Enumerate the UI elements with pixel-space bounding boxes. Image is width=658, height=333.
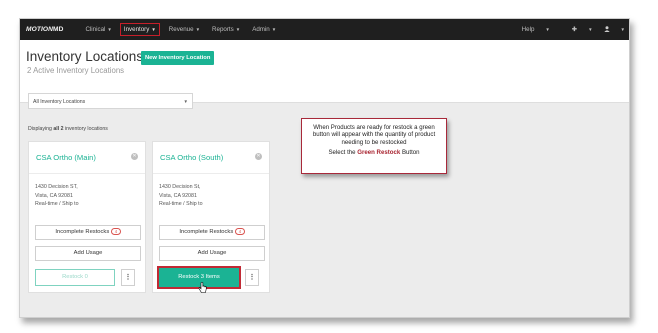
- page-subtitle: 2 Active Inventory Locations: [27, 66, 125, 75]
- location-mode: Real-time / Ship to: [159, 201, 203, 208]
- location-card: CSA Ortho (Main) ✕ 1430 Decision ST, Vis…: [28, 141, 146, 293]
- instruction-callout: When Products are ready for restock a gr…: [301, 118, 447, 174]
- nav-inventory-label: Inventory: [123, 26, 150, 33]
- close-icon[interactable]: ✕: [255, 153, 262, 160]
- new-inventory-location-button[interactable]: New Inventory Location: [141, 51, 215, 65]
- displaying-all: all 2: [53, 126, 64, 132]
- caret-down-icon: ▼: [195, 26, 201, 32]
- top-navbar: MOTIONMD Clinical ▼ Inventory ▼ Revenue ▼ R…: [20, 19, 629, 40]
- location-address: 1430 Decision ST, Vista, CA 92081 Real-t…: [35, 183, 79, 209]
- nav-revenue[interactable]: Revenue ▼: [169, 26, 200, 33]
- displaying-count: Displaying all 2 inventory locations: [28, 126, 108, 132]
- close-icon[interactable]: ✕: [131, 153, 138, 160]
- nav-reports-label: Reports: [212, 26, 234, 33]
- address-line-2: Vista, CA 92081: [35, 192, 73, 199]
- plus-icon: ✚: [571, 26, 578, 33]
- nav-reports[interactable]: Reports ▼: [212, 26, 240, 33]
- caret-down-icon: ▼: [151, 26, 156, 32]
- nav-revenue-label: Revenue: [168, 26, 194, 33]
- card-divider: [29, 173, 145, 174]
- nav-user-menu[interactable]: ▼: [603, 26, 625, 33]
- caret-down-icon: ▼: [183, 99, 188, 104]
- caret-down-icon: ▼: [588, 26, 593, 32]
- nav-help[interactable]: Help ▼: [511, 26, 550, 33]
- card-divider: [153, 173, 269, 174]
- address-line-1: 1430 Decision St,: [159, 184, 201, 190]
- callout-suffix: Button: [400, 149, 420, 157]
- more-options-icon[interactable]: ⋮: [121, 269, 135, 286]
- callout-prefix: Select the: [328, 149, 358, 157]
- nav-admin-label: Admin: [252, 26, 270, 33]
- incomplete-restocks-label: Incomplete Restocks: [55, 229, 110, 235]
- nav-help-label: Help: [521, 26, 535, 33]
- brand-logo[interactable]: MOTIONMD: [26, 26, 63, 33]
- nav-admin[interactable]: Admin ▼: [252, 26, 276, 33]
- address-line-1: 1430 Decision ST,: [35, 184, 78, 190]
- incomplete-restocks-button[interactable]: Incomplete Restocks 4: [159, 225, 265, 240]
- callout-highlight: Green Restock: [357, 149, 401, 157]
- callout-text: When Products are ready for restock a gr…: [312, 124, 436, 146]
- app-window: MOTIONMD Clinical ▼ Inventory ▼ Revenue ▼ R…: [19, 18, 630, 318]
- caret-down-icon: ▼: [271, 26, 277, 32]
- location-title[interactable]: CSA Ortho (Main): [36, 153, 96, 162]
- address-line-2: Vista, CA 92081: [159, 192, 197, 199]
- displaying-prefix: Displaying: [28, 126, 54, 132]
- incomplete-count-badge: 4: [111, 227, 121, 235]
- location-title[interactable]: CSA Ortho (South): [160, 153, 223, 162]
- location-mode: Real-time / Ship to: [35, 201, 79, 208]
- incomplete-restocks-button[interactable]: Incomplete Restocks 4: [35, 225, 141, 240]
- caret-down-icon: ▼: [107, 26, 112, 32]
- add-usage-button[interactable]: Add Usage: [159, 246, 265, 261]
- incomplete-count-badge: 4: [235, 227, 245, 235]
- caret-down-icon: ▼: [235, 26, 241, 32]
- hand-cursor-icon: [198, 282, 207, 293]
- nav-clinical[interactable]: Clinical ▼: [85, 26, 111, 33]
- location-address: 1430 Decision St, Vista, CA 92081 Real-t…: [159, 183, 203, 209]
- brand-name: MOTION: [26, 26, 53, 33]
- nav-clinical-label: Clinical: [85, 26, 106, 33]
- location-card: CSA Ortho (South) ✕ 1430 Decision St, Vi…: [152, 141, 270, 293]
- page-title: Inventory Locations: [26, 49, 144, 64]
- nav-add-menu[interactable]: ✚ ▼: [561, 26, 593, 33]
- displaying-suffix: inventory locations: [63, 126, 108, 132]
- location-filter-value: All Inventory Locations: [33, 99, 86, 105]
- caret-down-icon: ▼: [620, 26, 625, 32]
- user-icon: [603, 26, 610, 33]
- nav-inventory[interactable]: Inventory ▼: [119, 23, 160, 36]
- caret-down-icon: ▼: [545, 26, 550, 32]
- add-usage-button[interactable]: Add Usage: [35, 246, 141, 261]
- more-options-icon[interactable]: ⋮: [245, 269, 259, 286]
- location-filter-select[interactable]: All Inventory Locations ▼: [28, 93, 193, 109]
- nav-right: Help ▼ ✚ ▼ ▼: [500, 26, 629, 33]
- incomplete-restocks-label: Incomplete Restocks: [179, 229, 234, 235]
- callout-instruction: Select the Green Restock Button: [306, 149, 442, 156]
- brand-suffix: MD: [52, 26, 64, 33]
- restock-button[interactable]: Restock 0: [35, 269, 115, 286]
